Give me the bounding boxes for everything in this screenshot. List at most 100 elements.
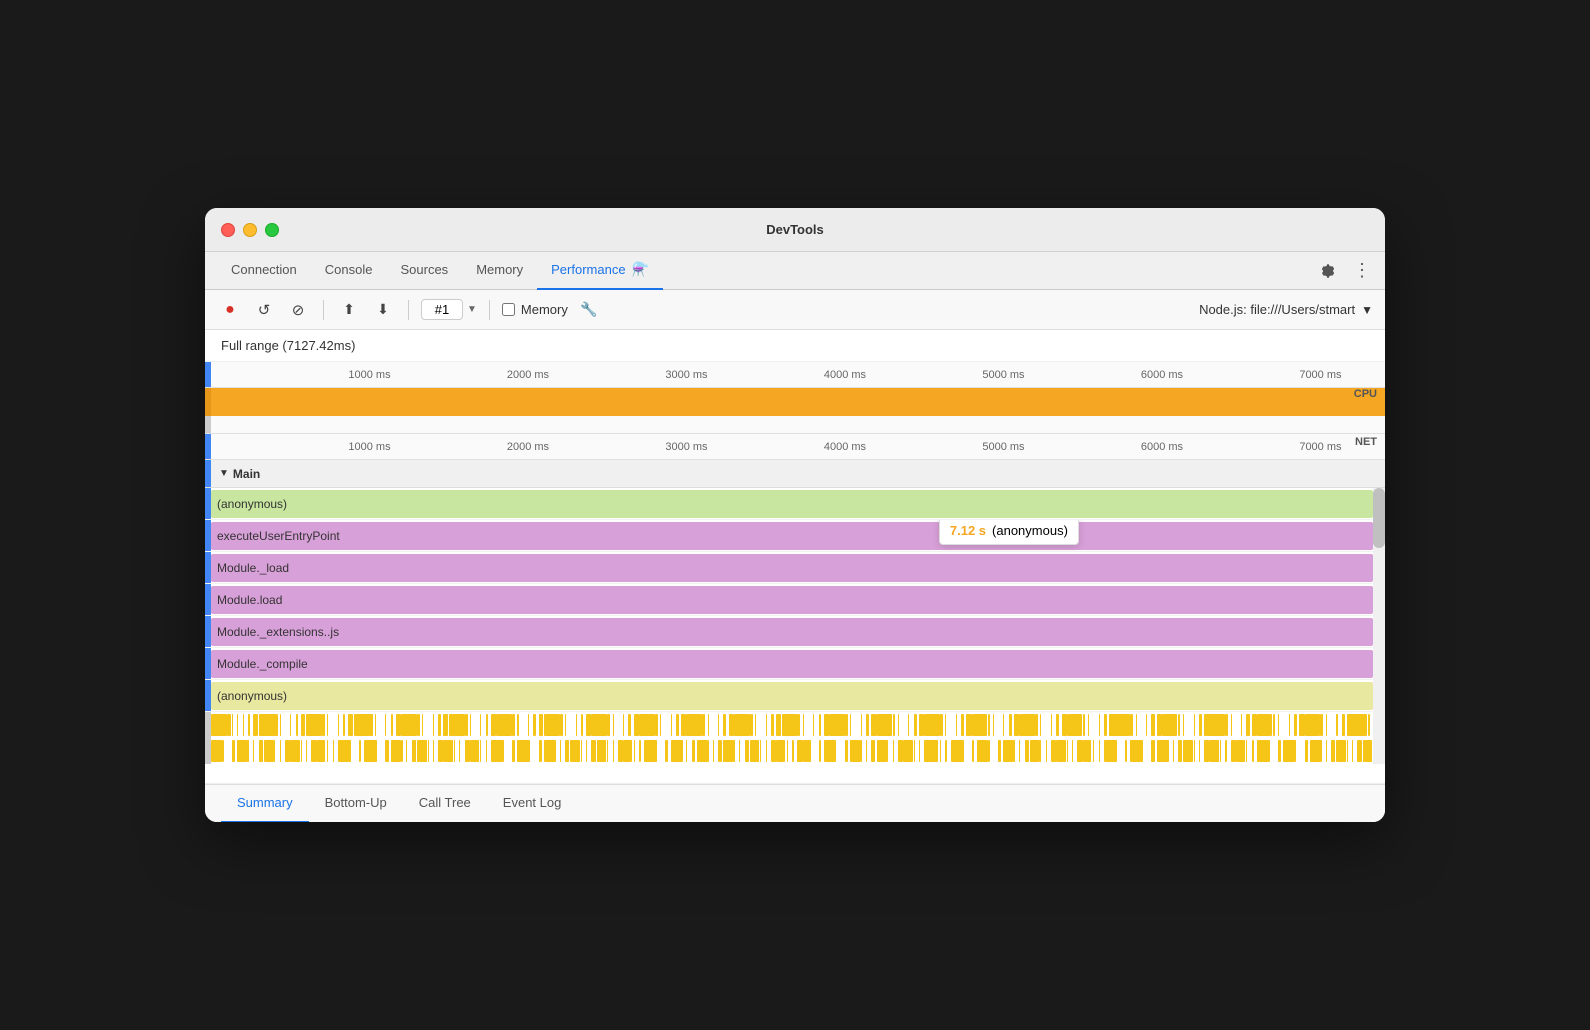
record-dropdown-arrow[interactable]: ▼	[467, 304, 477, 315]
flame-row-6[interactable]: (anonymous)	[205, 680, 1385, 712]
record-number: ▼	[421, 299, 477, 320]
yellow-bars-track-1	[211, 712, 1385, 738]
tab-console[interactable]: Console	[311, 252, 387, 290]
net-left	[205, 416, 211, 433]
flame-row-4-track: Module._extensions..js	[211, 616, 1385, 647]
divider-2	[408, 300, 409, 320]
bottom-tab-summary[interactable]: Summary	[221, 785, 309, 823]
bottom-tab-calltree[interactable]: Call Tree	[403, 785, 487, 823]
maximize-button[interactable]	[265, 223, 279, 237]
flame-bar-module-compile[interactable]: Module._compile	[211, 650, 1373, 678]
flame-row-4[interactable]: Module._extensions..js	[205, 616, 1385, 648]
flame-area: (anonymous) executeUserEntryPoint 7.12 s…	[205, 488, 1385, 764]
minimize-button[interactable]	[243, 223, 257, 237]
tab-connection[interactable]: Connection	[217, 252, 311, 290]
node-label: Node.js: file:///Users/stmart	[1199, 302, 1355, 317]
cpu-bar: CPU	[211, 388, 1385, 416]
record-input[interactable]	[421, 299, 463, 320]
flame-label: executeUserEntryPoint	[217, 529, 340, 543]
node-selector[interactable]: Node.js: file:///Users/stmart ▼	[1199, 302, 1373, 317]
flame-row-0-track: (anonymous)	[211, 488, 1385, 519]
bottom-tab-bottomup[interactable]: Bottom-Up	[309, 785, 403, 823]
toolbar: ● ↺ ⊘ ⬆ ⬇ ▼ Memory 🔧 Node.js: file:///Us…	[205, 290, 1385, 330]
tick2-3000: 3000 ms	[665, 441, 707, 453]
clear-button[interactable]: ⊘	[285, 297, 311, 323]
tick2-5000: 5000 ms	[982, 441, 1024, 453]
bottom-tab-eventlog[interactable]: Event Log	[487, 785, 578, 823]
flame-label: Module._compile	[217, 657, 308, 671]
flame-bar-module-load[interactable]: Module._load	[211, 554, 1373, 582]
flame-label: (anonymous)	[217, 497, 287, 511]
main-section-header: ▼ Main	[205, 460, 1385, 488]
flame-row-1[interactable]: executeUserEntryPoint 7.12 s (anonymous)	[205, 520, 1385, 552]
tick-3000: 3000 ms	[665, 369, 707, 381]
flame-label: (anonymous)	[217, 689, 287, 703]
yellow-bars-row-1	[205, 712, 1385, 738]
main-label: Main	[233, 467, 260, 481]
tick2-1000: 1000 ms	[348, 441, 390, 453]
flame-row-5[interactable]: Module._compile	[205, 648, 1385, 680]
scrollbar-thumb[interactable]	[1373, 488, 1385, 548]
more-options-icon[interactable]: ⋮	[1351, 260, 1373, 282]
close-button[interactable]	[221, 223, 235, 237]
tooltip: 7.12 s (anonymous)	[939, 520, 1079, 545]
timeline-header-1: 1000 ms 2000 ms 3000 ms 4000 ms 5000 ms …	[205, 362, 1385, 388]
tabs-bar: Connection Console Sources Memory Perfor…	[205, 252, 1385, 290]
cpu-label: CPU	[1354, 388, 1377, 400]
devtools-window: DevTools Connection Console Sources Memo…	[205, 208, 1385, 822]
memory-checkbox-input[interactable]	[502, 303, 515, 316]
download-button[interactable]: ⬇	[370, 297, 396, 323]
main-content: Full range (7127.42ms) 1000 ms 2000 ms 3…	[205, 330, 1385, 822]
flame-row-3[interactable]: Module.load	[205, 584, 1385, 616]
window-title: DevTools	[766, 222, 824, 237]
net-row: NET	[205, 416, 1385, 434]
tick2-6000: 6000 ms	[1141, 441, 1183, 453]
full-range-label: Full range (7127.42ms)	[205, 330, 1385, 362]
node-dropdown-arrow[interactable]: ▼	[1361, 303, 1373, 317]
flame-label: Module.load	[217, 593, 282, 607]
title-bar: DevTools	[205, 208, 1385, 252]
flame-row-0[interactable]: (anonymous)	[205, 488, 1385, 520]
memory-checkbox[interactable]: Memory	[502, 302, 568, 317]
main-header-content: ▼ Main	[211, 467, 260, 481]
timeline-ticks-1: 1000 ms 2000 ms 3000 ms 4000 ms 5000 ms …	[211, 362, 1385, 388]
flame-row-2-track: Module._load	[211, 552, 1385, 583]
flame-bar-anonymous-1[interactable]: (anonymous)	[211, 682, 1373, 710]
tick-5000: 5000 ms	[982, 369, 1024, 381]
flame-row-5-track: Module._compile	[211, 648, 1385, 679]
divider-1	[323, 300, 324, 320]
tick-7000: 7000 ms	[1299, 369, 1341, 381]
timeline-ticks-2: 1000 ms 2000 ms 3000 ms 4000 ms 5000 ms …	[211, 434, 1385, 460]
flame-bar-executeUserEntryPoint[interactable]: executeUserEntryPoint	[211, 522, 1373, 550]
flame-row-2[interactable]: Module._load	[205, 552, 1385, 584]
expand-icon[interactable]: ▼	[219, 468, 229, 479]
tick2-7000: 7000 ms	[1299, 441, 1341, 453]
bottom-tabs: Summary Bottom-Up Call Tree Event Log	[205, 784, 1385, 822]
flame-row-1-track: executeUserEntryPoint 7.12 s (anonymous)	[211, 520, 1385, 551]
timeline-header-2: 1000 ms 2000 ms 3000 ms 4000 ms 5000 ms …	[205, 434, 1385, 460]
tick2-4000: 4000 ms	[824, 441, 866, 453]
flame-label: Module._load	[217, 561, 289, 575]
record-button[interactable]: ●	[217, 297, 243, 323]
tick-2000: 2000 ms	[507, 369, 549, 381]
scrollbar-track	[1373, 488, 1385, 764]
tooltip-time: 7.12 s	[950, 523, 986, 538]
flame-bar-module-extensions[interactable]: Module._extensions..js	[211, 618, 1373, 646]
flame-bar-anonymous-0[interactable]: (anonymous)	[211, 490, 1373, 518]
upload-button[interactable]: ⬆	[336, 297, 362, 323]
settings-icon[interactable]	[1317, 260, 1339, 282]
reload-button[interactable]: ↺	[251, 297, 277, 323]
divider-3	[489, 300, 490, 320]
tick2-2000: 2000 ms	[507, 441, 549, 453]
tab-sources[interactable]: Sources	[386, 252, 462, 290]
tab-performance[interactable]: Performance ⚗️	[537, 252, 663, 290]
tick-1000: 1000 ms	[348, 369, 390, 381]
flame-row-3-track: Module.load	[211, 584, 1385, 615]
memory-icon[interactable]: 🔧	[576, 297, 602, 323]
flame-bar-module-load2[interactable]: Module.load	[211, 586, 1373, 614]
tooltip-label: (anonymous)	[992, 523, 1068, 538]
tab-memory[interactable]: Memory	[462, 252, 537, 290]
spacer-row	[205, 764, 1385, 784]
yellow-bars-track-2	[211, 738, 1385, 764]
flame-row-6-track: (anonymous)	[211, 680, 1385, 711]
